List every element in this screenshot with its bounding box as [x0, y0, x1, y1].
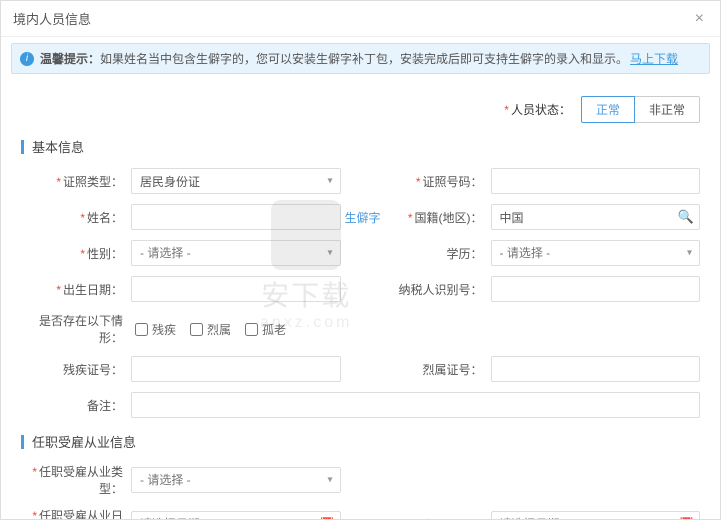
tip-label: 温馨提示： — [40, 52, 100, 66]
birthdate-label: 出生日期： — [63, 283, 123, 297]
remark-label: 备注： — [87, 399, 123, 413]
section-employ-title: 任职受雇从业信息 — [21, 432, 700, 451]
required-star: * — [504, 103, 509, 117]
checkbox-elderly[interactable]: 孤老 — [245, 321, 286, 338]
status-normal-button[interactable]: 正常 — [581, 96, 635, 123]
idnumber-input[interactable] — [491, 168, 701, 194]
disability-cert-label: 残疾证号： — [63, 363, 123, 377]
condition-label: 是否存在以下情形： — [39, 314, 123, 345]
idtype-select[interactable] — [131, 168, 341, 194]
download-link[interactable]: 马上下载 — [630, 52, 678, 66]
checkbox-disability[interactable]: 残疾 — [135, 321, 176, 338]
close-icon[interactable]: × — [691, 10, 708, 28]
employtype-select[interactable] — [131, 467, 341, 493]
employtype-label: 任职受雇从业类型： — [39, 465, 123, 496]
section-basic-title: 基本信息 — [21, 137, 700, 156]
checkbox-martyr[interactable]: 烈属 — [190, 321, 231, 338]
birthdate-input[interactable] — [131, 276, 341, 302]
idtype-label: 证照类型： — [63, 175, 123, 189]
martyr-cert-label: 烈属证号： — [422, 363, 482, 377]
name-input[interactable] — [131, 204, 341, 230]
status-label: 人员状态： — [511, 101, 571, 118]
nationality-label: 国籍(地区)： — [415, 211, 483, 225]
tip-bar: i 温馨提示：如果姓名当中包含生僻字的，您可以安装生僻字补丁包，安装完成后即可支… — [11, 43, 710, 74]
gender-label: 性别： — [87, 247, 123, 261]
rare-char-link[interactable]: 生僻字 — [344, 209, 380, 226]
gender-select[interactable] — [131, 240, 341, 266]
name-label: 姓名： — [87, 211, 123, 225]
education-select[interactable] — [491, 240, 701, 266]
martyr-cert-input[interactable] — [491, 356, 701, 382]
remark-input[interactable] — [131, 392, 700, 418]
tip-text: 如果姓名当中包含生僻字的，您可以安装生僻字补丁包，安装完成后即可支持生僻字的录入… — [100, 52, 628, 66]
info-icon: i — [20, 52, 34, 66]
disability-cert-input[interactable] — [131, 356, 341, 382]
idnumber-label: 证照号码： — [422, 175, 482, 189]
leavedate-label: 离职日期： — [422, 518, 482, 520]
leavedate-input[interactable] — [491, 511, 701, 519]
taxpayer-input[interactable] — [491, 276, 701, 302]
employdate-label: 任职受雇从业日期： — [39, 509, 123, 519]
taxpayer-label: 纳税人识别号： — [398, 283, 482, 297]
status-abnormal-button[interactable]: 非正常 — [635, 96, 700, 123]
education-label: 学历： — [446, 247, 482, 261]
nationality-input[interactable] — [491, 204, 701, 230]
employdate-input[interactable] — [131, 511, 341, 519]
dialog-title: 境内人员信息 — [13, 9, 91, 28]
